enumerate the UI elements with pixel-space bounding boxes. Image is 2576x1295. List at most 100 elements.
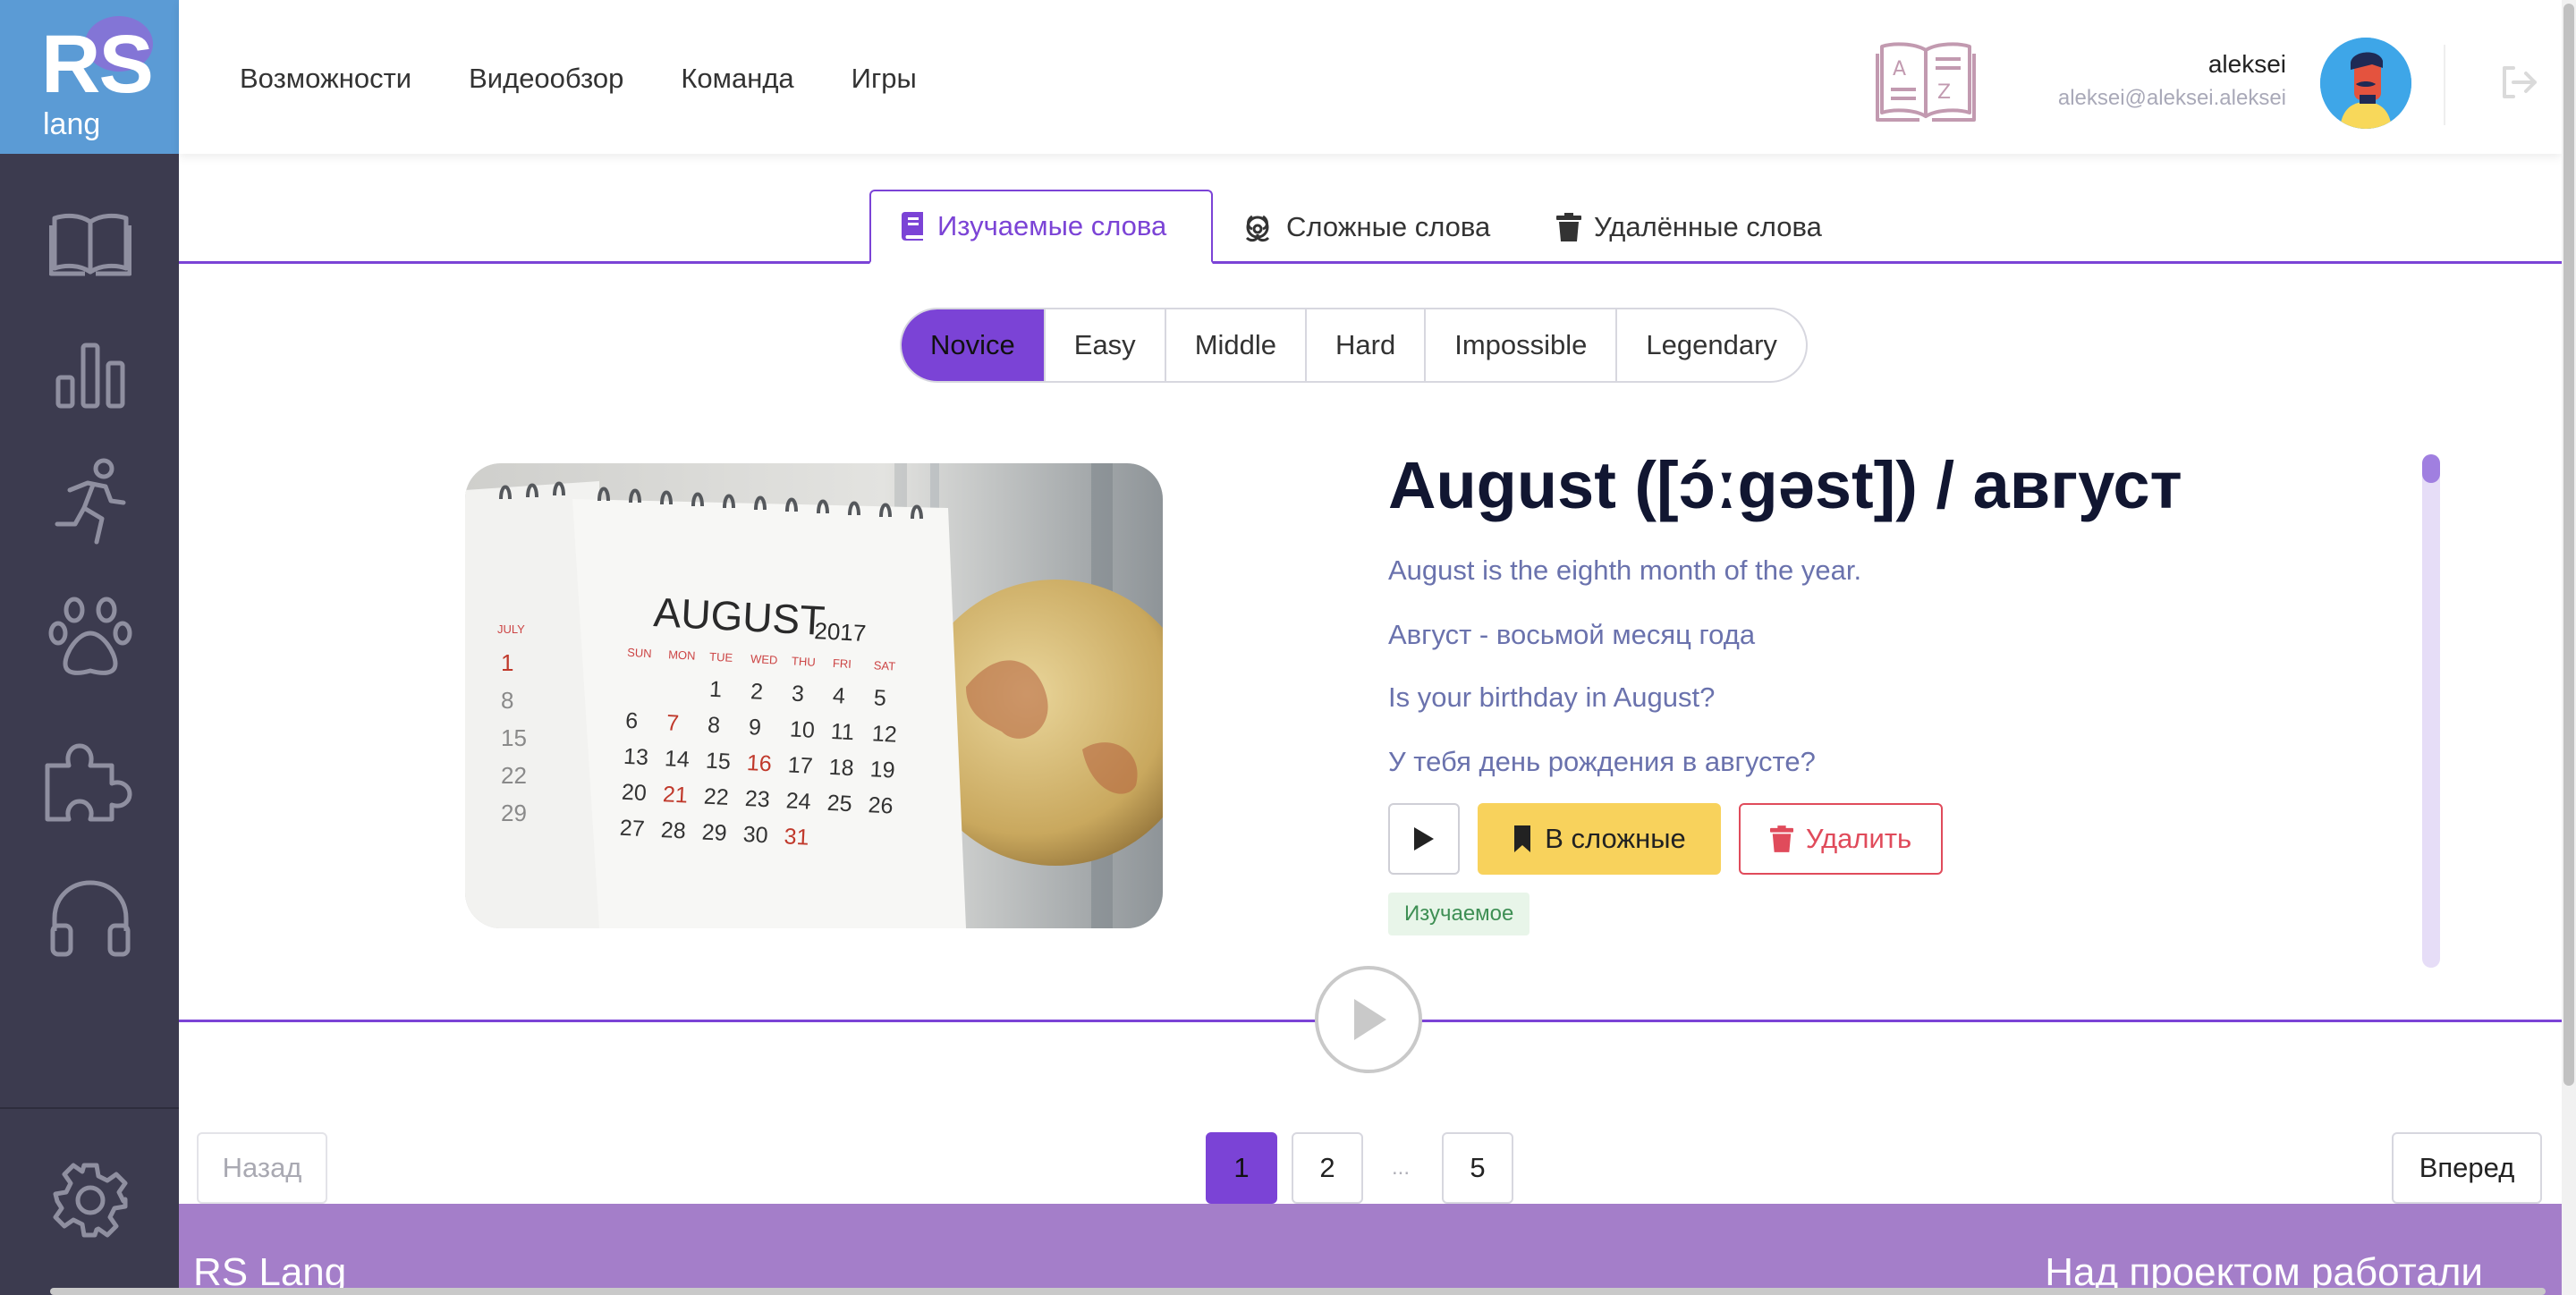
level-selector: Novice Easy Middle Hard Impossible Legen… [900, 308, 1808, 383]
sidebar-item-savannah[interactable] [41, 592, 140, 681]
calendar-weekday: WED [750, 652, 778, 667]
calendar-day: 15 [705, 749, 731, 774]
dictionary-az-icon: A Z [1876, 42, 1976, 122]
calendar-prev-label: JULY [497, 622, 525, 636]
tab-deleted-words[interactable]: Удалённые слова [1526, 190, 1852, 264]
biohazard-icon [1245, 215, 1270, 241]
logo-main-text: RS [41, 19, 154, 110]
level-button-easy[interactable]: Easy [1043, 309, 1165, 381]
logout-button[interactable] [2499, 64, 2538, 105]
calendar-day: 31 [784, 824, 809, 850]
calendar-weekday: FRI [833, 656, 852, 671]
tabs-underline [179, 261, 2562, 264]
tab-label: Изучаемые слова [937, 210, 1167, 241]
add-to-hard-button[interactable]: В сложные [1478, 803, 1721, 875]
footer: RS Lang Над проектом работали [179, 1204, 2562, 1295]
play-circle-icon [1354, 999, 1386, 1040]
trash-icon [1556, 212, 1581, 241]
play-audio-button[interactable] [1388, 803, 1460, 875]
horizontal-scrollbar[interactable] [50, 1288, 2546, 1295]
calendar-day: 27 [619, 816, 645, 842]
svg-text:Z: Z [1937, 81, 1951, 104]
avatar-illustration [2320, 38, 2411, 129]
main-nav: Возможности Видеообзор Команда Игры [240, 63, 917, 95]
level-button-hard[interactable]: Hard [1305, 309, 1424, 381]
delete-word-button[interactable]: Удалить [1739, 803, 1943, 875]
bar-chart-icon [55, 343, 125, 409]
settings-button[interactable] [41, 1155, 140, 1245]
calendar-prev-day: 22 [501, 762, 527, 789]
tab-label: Сложные слова [1286, 210, 1491, 242]
pagination-page-5[interactable]: 5 [1442, 1132, 1513, 1204]
nav-link-games[interactable]: Игры [852, 63, 917, 95]
sidebar-item-audiocall[interactable] [41, 873, 140, 962]
book-icon [49, 213, 131, 276]
calendar-day: 22 [703, 784, 729, 810]
calendar-weekday: SUN [627, 646, 652, 660]
calendar-day: 7 [665, 710, 679, 736]
calendar-day: 25 [826, 791, 852, 817]
logout-icon [2503, 66, 2537, 98]
level-button-impossible[interactable]: Impossible [1424, 309, 1615, 381]
status-badge: Изучаемое [1388, 893, 1530, 935]
pagination-prev-button[interactable]: Назад [197, 1132, 327, 1204]
calendar-day: 28 [660, 817, 686, 843]
sidebar: RS lang [0, 0, 179, 1295]
level-button-novice[interactable]: Novice [902, 309, 1044, 381]
paw-icon [48, 597, 132, 675]
pagination-next-button[interactable]: Вперед [2392, 1132, 2542, 1204]
card-scrollbar-thumb[interactable] [2422, 454, 2440, 483]
avatar[interactable] [2320, 38, 2411, 129]
app-logo[interactable]: RS lang [0, 0, 179, 154]
calendar-day: 11 [830, 719, 854, 745]
puzzle-icon [45, 743, 132, 822]
calendar-day: 30 [742, 822, 768, 848]
word-title: August ([ɔ́ːgəst]) / август [1388, 448, 2182, 522]
calendar-day: 16 [746, 750, 772, 776]
autoplay-button[interactable] [1315, 966, 1422, 1073]
word-meaning-ru: Август - восьмой месяц года [1388, 619, 1756, 650]
tab-hard-words[interactable]: Сложные слова [1211, 190, 1521, 264]
pagination-page-2[interactable]: 2 [1292, 1132, 1363, 1204]
calendar-day: 8 [707, 713, 720, 739]
logo-sub-text: lang [43, 107, 101, 141]
calendar-day: 3 [791, 681, 804, 707]
bookmark-icon [1514, 825, 1531, 852]
calendar-weekday: SAT [873, 658, 895, 673]
calendar-year: 2017 [814, 617, 867, 647]
sidebar-item-textbook[interactable] [41, 199, 140, 288]
page-scrollbar-thumb[interactable] [2563, 4, 2574, 1086]
calendar-day: 6 [625, 708, 639, 734]
calendar-day: 9 [748, 715, 761, 741]
level-button-middle[interactable]: Middle [1164, 309, 1305, 381]
sidebar-divider [0, 1107, 179, 1109]
book-icon [902, 212, 923, 241]
sidebar-item-sprint[interactable] [41, 458, 140, 547]
calendar-prev-day: 8 [501, 687, 513, 714]
svg-text:A: A [1893, 58, 1906, 80]
sidebar-item-statistics[interactable] [41, 331, 140, 420]
calendar-day: 26 [868, 792, 894, 818]
level-button-legendary[interactable]: Legendary [1615, 309, 1806, 381]
word-example-en: Is your birthday in August? [1388, 681, 1716, 713]
dictionary-button[interactable]: A Z [1875, 39, 1977, 128]
card-scrollbar-track[interactable] [2422, 454, 2440, 968]
top-header: Возможности Видеообзор Команда Игры A Z … [179, 0, 2562, 154]
calendar-weekday: THU [792, 654, 816, 668]
calendar-day: 21 [662, 782, 688, 808]
calendar-day: 23 [744, 786, 770, 812]
calendar-day: 13 [623, 744, 648, 770]
calendar-day: 29 [701, 819, 727, 845]
nav-link-video[interactable]: Видеообзор [469, 63, 623, 95]
nav-link-features[interactable]: Возможности [240, 63, 411, 95]
nav-link-team[interactable]: Команда [681, 63, 793, 95]
tab-learning-words[interactable]: Изучаемые слова [869, 190, 1213, 264]
calendar-day: 17 [787, 752, 813, 778]
headphones-icon [50, 880, 131, 957]
sidebar-item-puzzle[interactable] [41, 733, 140, 823]
trash-icon [1769, 825, 1793, 852]
word-example-ru: У тебя день рождения в августе? [1388, 746, 1816, 777]
pagination-page-1[interactable]: 1 [1206, 1132, 1277, 1204]
word-meaning-en: August is the eighth month of the year. [1388, 554, 1862, 586]
calendar-prev-day: 1 [501, 649, 513, 676]
